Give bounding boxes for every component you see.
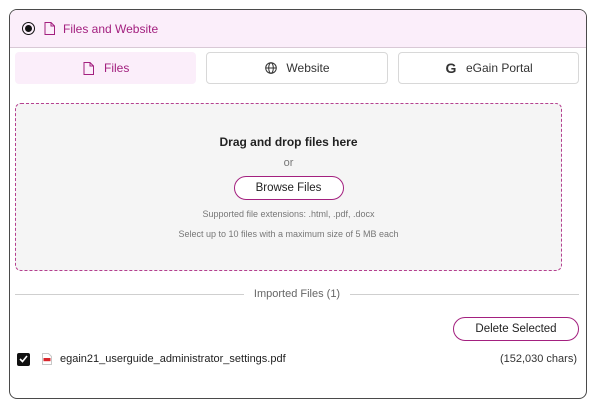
tab-files[interactable]: Files — [15, 52, 197, 84]
dropzone-title: Drag and drop files here — [219, 135, 358, 149]
file-size: (152,030 chars) — [499, 353, 577, 365]
delete-selected-button[interactable]: Delete Selected — [453, 317, 579, 341]
tab-label: Files — [103, 61, 130, 75]
file-icon — [82, 61, 96, 75]
radio-selected-dot — [25, 25, 32, 32]
tab-label: Website — [286, 61, 330, 75]
g-logo-icon: G — [445, 60, 457, 76]
file-name: egain21_userguide_administrator_settings… — [60, 353, 286, 365]
pdf-icon — [41, 353, 53, 366]
file-list-item: egain21_userguide_administrator_settings… — [17, 350, 577, 368]
file-checkbox[interactable] — [17, 352, 30, 366]
tab-egain-portal[interactable]: G eGain Portal — [397, 52, 579, 84]
supported-extensions-note: Supported file extensions: .html, .pdf, … — [202, 209, 375, 219]
file-limits-note: Select up to 10 files with a maximum siz… — [178, 229, 399, 239]
source-tabs: Files Website G eGain Portal — [15, 52, 579, 84]
imported-files-label: Imported Files (1) — [253, 288, 341, 300]
browse-files-button[interactable]: Browse Files — [233, 176, 344, 200]
imported-files-divider: Imported Files (1) — [15, 286, 580, 302]
divider-line-right — [350, 293, 580, 295]
tab-label: eGain Portal — [465, 61, 533, 75]
file-dropzone[interactable]: Drag and drop files here or Browse Files… — [15, 103, 562, 271]
globe-icon — [264, 61, 278, 75]
file-icon — [42, 22, 56, 36]
tab-website[interactable]: Website — [206, 52, 388, 84]
dropzone-or: or — [283, 157, 294, 169]
divider-line-left — [15, 293, 244, 295]
source-header[interactable]: Files and Website — [10, 10, 586, 48]
section-title: Files and Website — [63, 21, 159, 36]
source-radio[interactable] — [22, 22, 35, 35]
